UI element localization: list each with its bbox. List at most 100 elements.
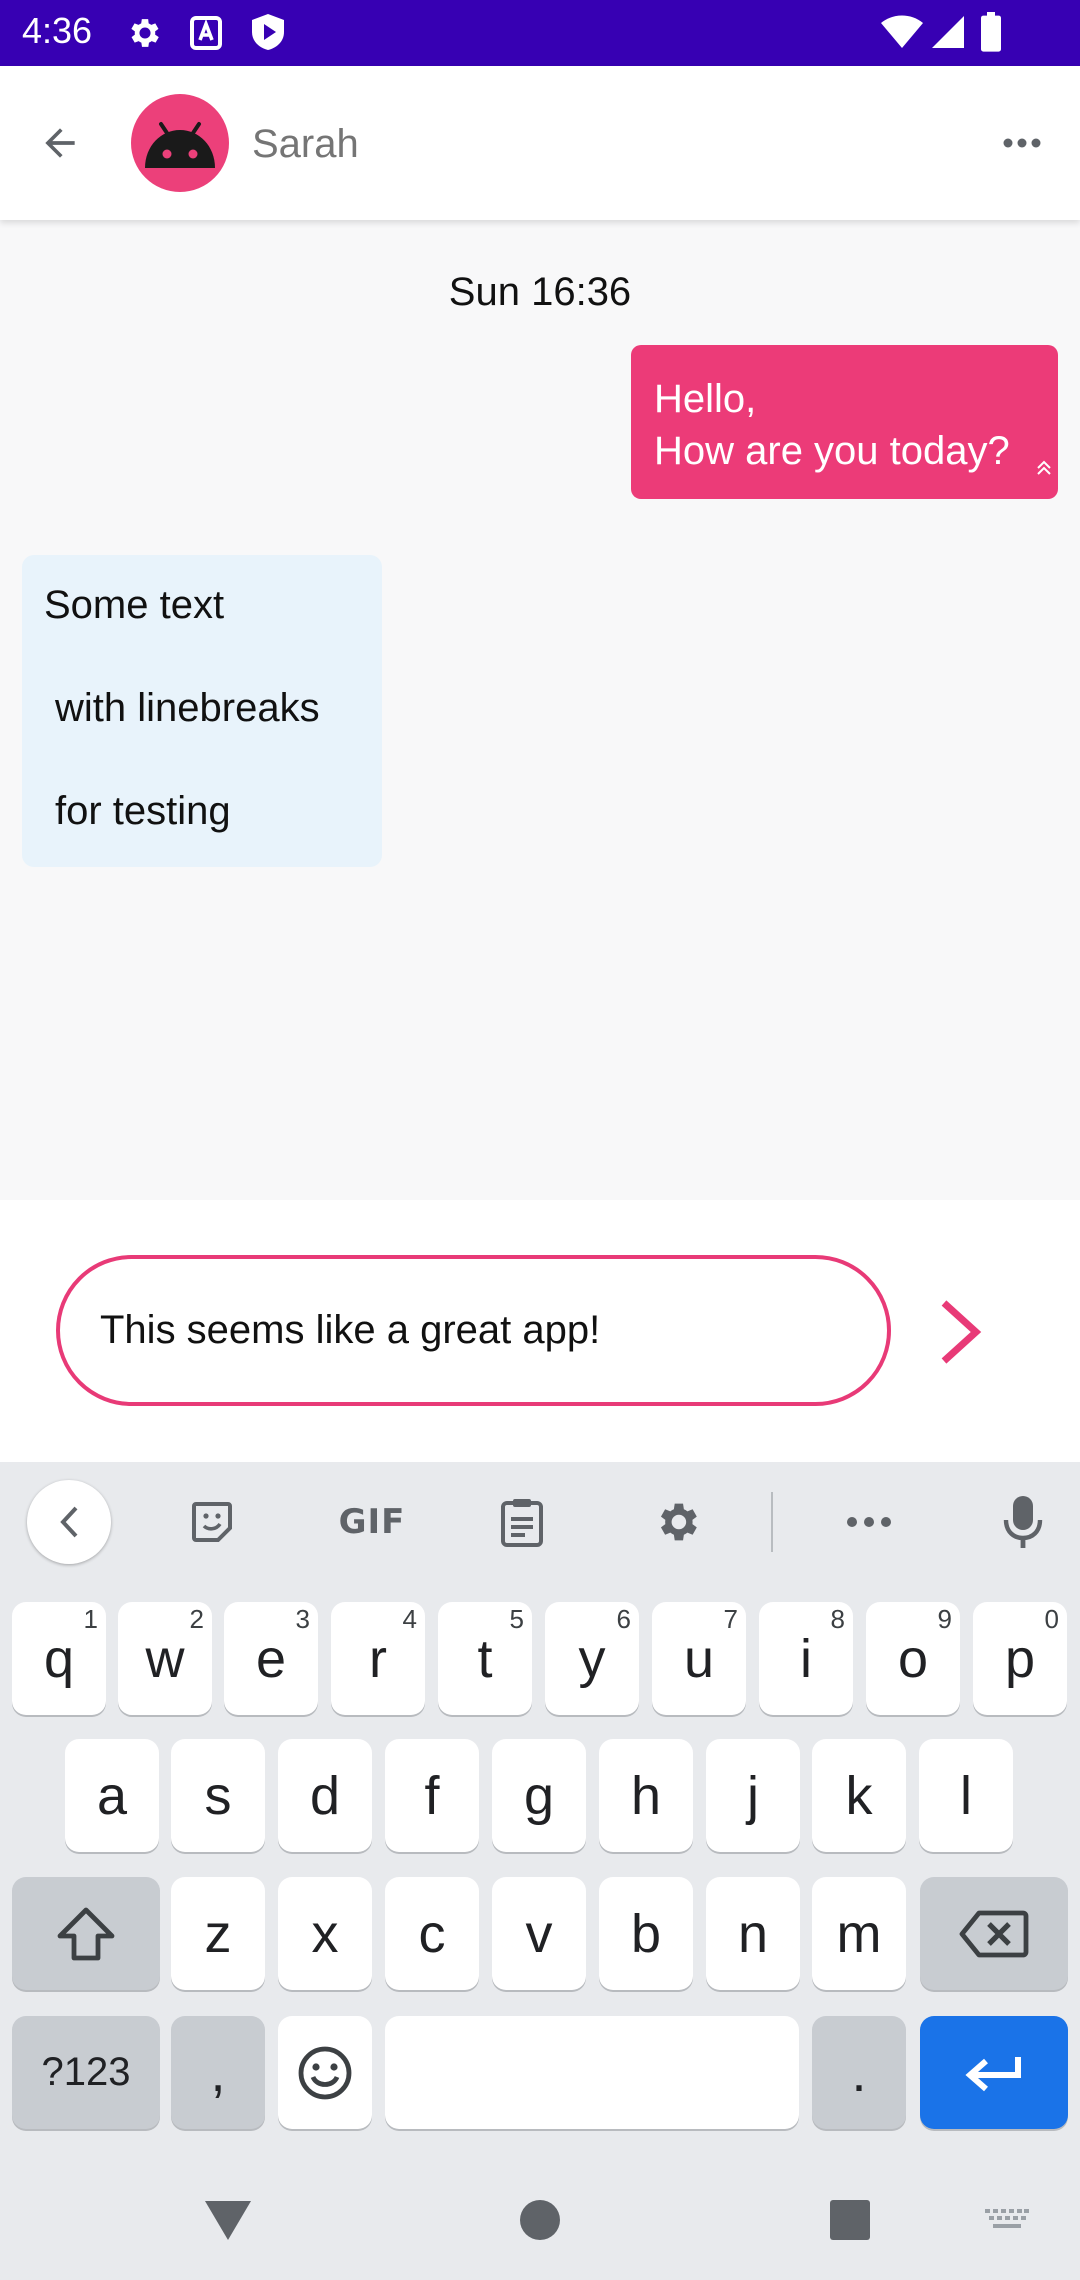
- incoming-message[interactable]: Some text with linebreaks for testing: [22, 555, 382, 867]
- symbols-key[interactable]: ?123: [12, 2016, 160, 2129]
- nav-recents-button[interactable]: [814, 2184, 886, 2256]
- key-o[interactable]: o9: [866, 1602, 960, 1715]
- date-separator: Sun 16:36: [448, 270, 632, 314]
- key-label: l: [960, 1765, 972, 1826]
- key-j[interactable]: j: [706, 1739, 800, 1852]
- chevron-left-icon: [60, 1506, 78, 1538]
- more-options-button[interactable]: [990, 111, 1054, 175]
- chevron-right-icon: [941, 1300, 982, 1364]
- key-a[interactable]: a: [65, 1739, 159, 1852]
- key-label: u: [683, 1628, 715, 1689]
- key-label: n: [737, 1903, 769, 1964]
- key-s[interactable]: s: [171, 1739, 265, 1852]
- key-v[interactable]: v: [492, 1877, 586, 1990]
- period-key[interactable]: .: [812, 2016, 906, 2129]
- key-p[interactable]: p0: [973, 1602, 1067, 1715]
- sticker-icon: [192, 1502, 232, 1542]
- key-e[interactable]: e3: [224, 1602, 318, 1715]
- avatar[interactable]: [131, 94, 229, 192]
- gear-icon: [660, 1503, 697, 1541]
- enter-key[interactable]: [920, 2016, 1068, 2129]
- enter-icon: [965, 2056, 1021, 2091]
- key-c[interactable]: c: [385, 1877, 479, 1990]
- status-bar: 4:36: [0, 0, 1080, 66]
- message-line: Some text: [44, 583, 225, 627]
- nav-back-button[interactable]: [192, 2184, 264, 2256]
- key-label: v: [525, 1903, 553, 1964]
- key-i[interactable]: i8: [759, 1602, 853, 1715]
- toolbar-divider: [771, 1492, 773, 1552]
- key-m[interactable]: m: [812, 1877, 906, 1990]
- key-f[interactable]: f: [385, 1739, 479, 1852]
- keyboard-settings-button[interactable]: [635, 1480, 719, 1564]
- key-x[interactable]: x: [278, 1877, 372, 1990]
- gif-button[interactable]: GIF: [322, 1480, 422, 1564]
- key-k[interactable]: k: [812, 1739, 906, 1852]
- keyboard-collapse-button[interactable]: [27, 1480, 111, 1564]
- send-button[interactable]: [925, 1292, 995, 1372]
- key-r[interactable]: r4: [331, 1602, 425, 1715]
- keyboard-toolbar: GIF: [0, 1462, 1080, 1582]
- key-label: r: [369, 1628, 387, 1689]
- screen: 4:36 Sarah Sun 16:36 Hello, How are you …: [0, 0, 1080, 2280]
- keyboard-switch-button[interactable]: [971, 2184, 1043, 2256]
- message-line: with linebreaks: [55, 686, 320, 730]
- key-n[interactable]: n: [706, 1877, 800, 1990]
- a-icon: [190, 16, 222, 55]
- app-bar: Sarah: [0, 66, 1080, 220]
- double-chevron-up-icon: [1036, 445, 1052, 497]
- comma-key[interactable]: ,: [171, 2016, 265, 2129]
- message-list[interactable]: Sun 16:36 Hello, How are you today? Some…: [0, 220, 1080, 1200]
- key-b[interactable]: b: [599, 1877, 693, 1990]
- emoji-key[interactable]: [278, 2016, 372, 2129]
- key-z[interactable]: z: [171, 1877, 265, 1990]
- key-d[interactable]: d: [278, 1739, 372, 1852]
- key-label: y: [578, 1628, 606, 1689]
- key-l[interactable]: l: [919, 1739, 1013, 1852]
- key-label: w: [145, 1628, 185, 1689]
- key-label: ?123: [41, 2050, 131, 2094]
- key-q[interactable]: q1: [12, 1602, 106, 1715]
- space-key[interactable]: [385, 2016, 799, 2129]
- key-label: x: [311, 1903, 339, 1964]
- nav-home-button[interactable]: [504, 2184, 576, 2256]
- key-h[interactable]: h: [599, 1739, 693, 1852]
- navigation-bar: [0, 2160, 1080, 2280]
- backspace-icon: [959, 1910, 1029, 1957]
- key-label: g: [523, 1765, 555, 1826]
- more-horizontal-icon: [1003, 138, 1041, 148]
- key-hint: 7: [723, 1604, 738, 1634]
- key-label: h: [630, 1765, 662, 1826]
- voice-input-button[interactable]: [981, 1480, 1065, 1564]
- android-icon: [145, 122, 215, 168]
- shift-key[interactable]: [12, 1877, 160, 1990]
- key-label: .: [851, 2042, 867, 2103]
- key-hint: 5: [509, 1604, 524, 1634]
- key-label: o: [897, 1628, 929, 1689]
- sticker-button[interactable]: [170, 1480, 254, 1564]
- status-time: 4:36: [22, 10, 93, 51]
- key-y[interactable]: y6: [545, 1602, 639, 1715]
- key-g[interactable]: g: [492, 1739, 586, 1852]
- key-w[interactable]: w2: [118, 1602, 212, 1715]
- key-u[interactable]: u7: [652, 1602, 746, 1715]
- signal-icon: [930, 14, 966, 55]
- message-input[interactable]: This seems like a great app!: [56, 1255, 891, 1406]
- backspace-key[interactable]: [920, 1877, 1068, 1990]
- keyboard-more-button[interactable]: [827, 1480, 911, 1564]
- key-label: t: [477, 1628, 493, 1689]
- clipboard-button[interactable]: [480, 1480, 564, 1564]
- message-input-value: This seems like a great app!: [100, 1308, 601, 1352]
- clipboard-icon: [501, 1499, 543, 1547]
- emoji-icon: [298, 2046, 352, 2099]
- contact-name[interactable]: Sarah: [252, 122, 359, 167]
- message-line: for testing: [55, 789, 231, 833]
- key-label: i: [800, 1628, 812, 1689]
- back-button[interactable]: [28, 111, 92, 175]
- settings-icon: [126, 14, 164, 57]
- message-line: Hello,: [654, 377, 757, 421]
- outgoing-message[interactable]: Hello, How are you today?: [631, 345, 1058, 499]
- key-label: p: [1004, 1628, 1036, 1689]
- key-t[interactable]: t5: [438, 1602, 532, 1715]
- key-hint: 9: [937, 1604, 952, 1634]
